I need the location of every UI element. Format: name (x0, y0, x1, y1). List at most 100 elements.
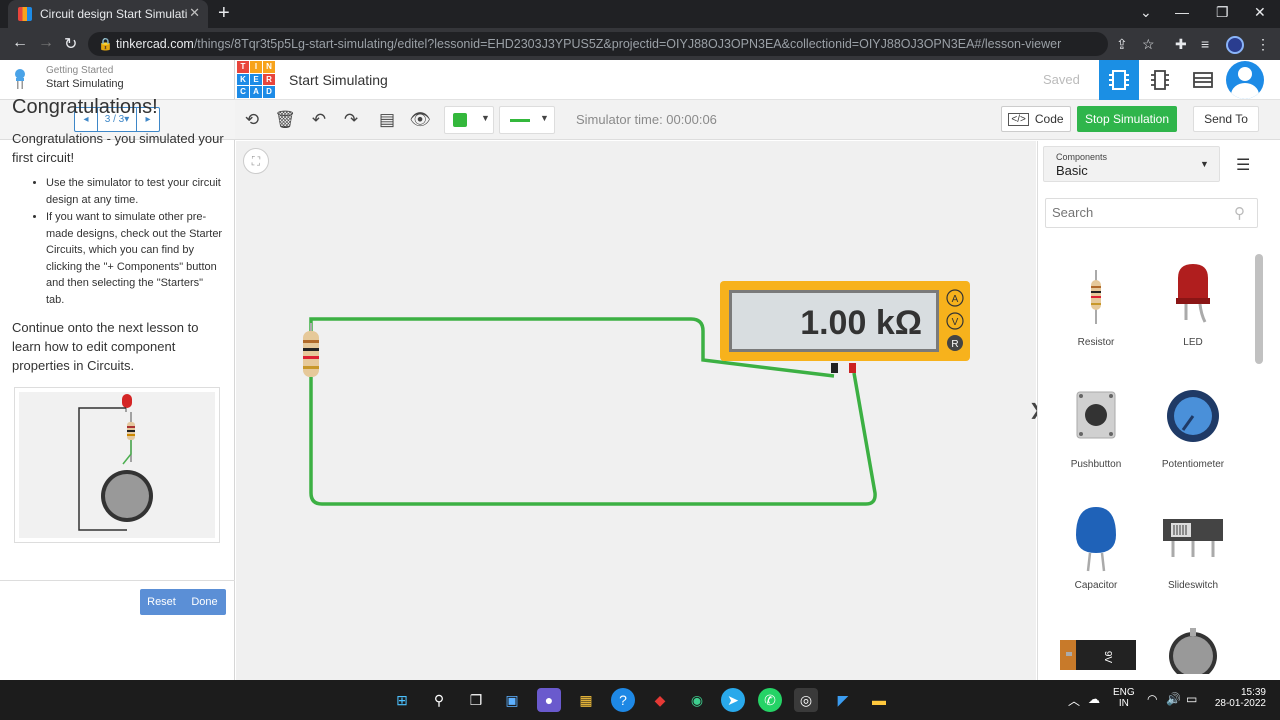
windows-start-icon[interactable]: ⊞ (390, 688, 414, 712)
browser-tab[interactable]: Circuit design Start Simulating | Tinker… (8, 0, 208, 28)
extensions-icon[interactable]: ✚ (1175, 36, 1187, 53)
close-window-icon[interactable]: ✕ (1254, 4, 1266, 21)
chevron-down-icon: ▼ (1200, 159, 1209, 169)
project-title[interactable]: Start Simulating (289, 72, 388, 88)
tab-search-icon[interactable]: ⌄ (1140, 4, 1152, 21)
reload-icon[interactable]: ↻ (64, 34, 77, 54)
component-item-slideswitch[interactable]: Slideswitch (1145, 505, 1241, 595)
circuit-workspace[interactable]: 1.00 kΩ A V R (236, 141, 1036, 680)
lesson-content: Congratulations! Congratulations - you s… (12, 96, 224, 375)
component-label: Capacitor (1074, 580, 1118, 591)
reset-button[interactable]: Reset (140, 589, 183, 615)
category-caption: Components (1056, 152, 1108, 162)
logo-letter: D (263, 86, 275, 98)
search-input[interactable] (1052, 205, 1232, 220)
tinkercad-favicon-icon (18, 7, 32, 21)
close-tab-icon[interactable]: ✕ (189, 5, 200, 21)
rotate-icon[interactable]: ⟲ (240, 108, 264, 132)
language-indicator[interactable]: ENG IN (1113, 687, 1135, 709)
lesson-outro: Continue onto the next lesson to learn h… (12, 320, 199, 373)
file-explorer-alt-icon[interactable]: ▦ (574, 688, 598, 712)
visibility-eye-icon[interactable]: 👁 (408, 108, 432, 132)
category-value: Basic (1056, 163, 1088, 178)
battery-status-icon[interactable]: ▭ (1186, 692, 1197, 706)
anydesk-icon[interactable]: ◆ (648, 688, 672, 712)
task-view-icon[interactable]: ❐ (464, 688, 488, 712)
battery-icon: 9V (1060, 640, 1136, 670)
url-text: tinkercad.com/things/8Tqr3t5p5Lg-start-s… (116, 37, 1062, 51)
user-avatar[interactable] (1226, 61, 1264, 99)
fit-view-icon[interactable]: ⛶ (243, 148, 269, 174)
delete-icon[interactable]: 🗑 (273, 108, 297, 132)
logo-letter: E (250, 73, 262, 85)
wifi-icon[interactable]: ◠ (1147, 692, 1157, 706)
back-icon[interactable]: ← (12, 34, 28, 52)
redo-icon[interactable]: ↷ (339, 108, 363, 132)
wire-type-select[interactable]: ▼ (499, 106, 555, 134)
led-icon (1176, 264, 1210, 323)
chat-icon[interactable]: ● (537, 688, 561, 712)
component-search[interactable]: ⚲ (1045, 198, 1258, 228)
logo-letter: K (237, 73, 249, 85)
code-button-label: Code (1034, 112, 1064, 126)
done-button[interactable]: Done (183, 589, 226, 615)
maximize-icon[interactable]: ❐ (1216, 4, 1229, 21)
component-item-resistor[interactable]: Resistor (1048, 262, 1144, 352)
schematic-view-icon[interactable] (1148, 68, 1172, 92)
code-button[interactable]: </> Code (1001, 106, 1071, 132)
potentiometer-icon (1167, 390, 1219, 442)
resistor-component[interactable] (303, 323, 319, 377)
send-to-button[interactable]: Send To (1193, 106, 1259, 132)
component-item-battery-9v[interactable]: 9V (1048, 626, 1144, 674)
media-icon[interactable]: ≡ (1201, 36, 1209, 52)
tray-chevron-icon[interactable]: ︿ (1068, 692, 1080, 709)
component-item-led[interactable]: LED (1145, 262, 1241, 352)
wire[interactable] (309, 372, 877, 506)
tinkercad-logo[interactable]: T I N K E R C A D (237, 61, 275, 98)
minimize-icon[interactable]: — (1175, 4, 1189, 20)
undo-icon[interactable]: ↶ (307, 108, 331, 132)
circuit-view-button[interactable] (1099, 60, 1139, 100)
circuit-view-icon (1109, 70, 1129, 90)
help-icon[interactable]: ? (611, 688, 635, 712)
vscode-icon[interactable]: ◤ (831, 688, 855, 712)
list-view-icon[interactable]: ☰ (1236, 155, 1250, 175)
profile-icon[interactable] (1226, 36, 1244, 54)
component-item-capacitor[interactable]: Capacitor (1048, 505, 1144, 595)
share-icon[interactable]: ⇪ (1116, 36, 1128, 53)
lesson-bullet: If you want to simulate other pre-made d… (46, 209, 224, 308)
component-item-potentiometer[interactable]: Potentiometer (1145, 384, 1241, 474)
mode-ohmmeter[interactable]: R (951, 339, 958, 350)
clock[interactable]: 15:39 28-01-2022 (1212, 687, 1266, 709)
address-bar[interactable]: 🔒 tinkercad.com/things/8Tqr3t5p5Lg-start… (88, 32, 1108, 56)
mode-ammeter[interactable]: A (952, 294, 959, 305)
bookmark-star-icon[interactable]: ☆ (1142, 36, 1155, 53)
notes-icon[interactable]: ▤ (375, 108, 399, 132)
component-list-view-icon[interactable] (1191, 68, 1215, 92)
mode-voltmeter[interactable]: V (952, 317, 959, 328)
onedrive-icon[interactable]: ☁ (1088, 692, 1100, 706)
multimeter-reading: 1.00 kΩ (800, 304, 922, 342)
components-scrollbar[interactable] (1253, 248, 1265, 668)
component-label: Pushbutton (1070, 459, 1122, 470)
search-icon[interactable]: ⚲ (427, 688, 451, 712)
browser-menu-icon[interactable]: ⋮ (1256, 36, 1270, 53)
component-label: LED (1183, 337, 1203, 348)
wire-color-select[interactable]: ▼ (444, 106, 494, 134)
whatsapp-icon[interactable]: ✆ (758, 688, 782, 712)
lesson-intro: Congratulations - you simulated your fir… (12, 131, 224, 165)
logo-letter: N (263, 61, 275, 73)
stop-simulation-button[interactable]: Stop Simulation (1077, 106, 1177, 132)
component-item-pushbutton[interactable]: Pushbutton (1048, 384, 1144, 474)
telegram-icon[interactable]: ➤ (721, 688, 745, 712)
components-category-select[interactable]: Components Basic ▼ (1043, 146, 1220, 182)
component-item-coin-battery[interactable] (1145, 626, 1241, 674)
forward-icon[interactable]: → (38, 34, 54, 52)
volume-icon[interactable]: 🔊 (1166, 692, 1181, 706)
multimeter-component[interactable]: 1.00 kΩ A V R (720, 281, 970, 373)
widgets-icon[interactable]: ▣ (500, 688, 524, 712)
new-tab-button[interactable]: + (218, 2, 230, 25)
edge-icon[interactable]: ◉ (685, 688, 709, 712)
chrome-icon[interactable]: ◎ (794, 688, 818, 712)
file-explorer-icon[interactable]: ▬ (867, 688, 891, 712)
